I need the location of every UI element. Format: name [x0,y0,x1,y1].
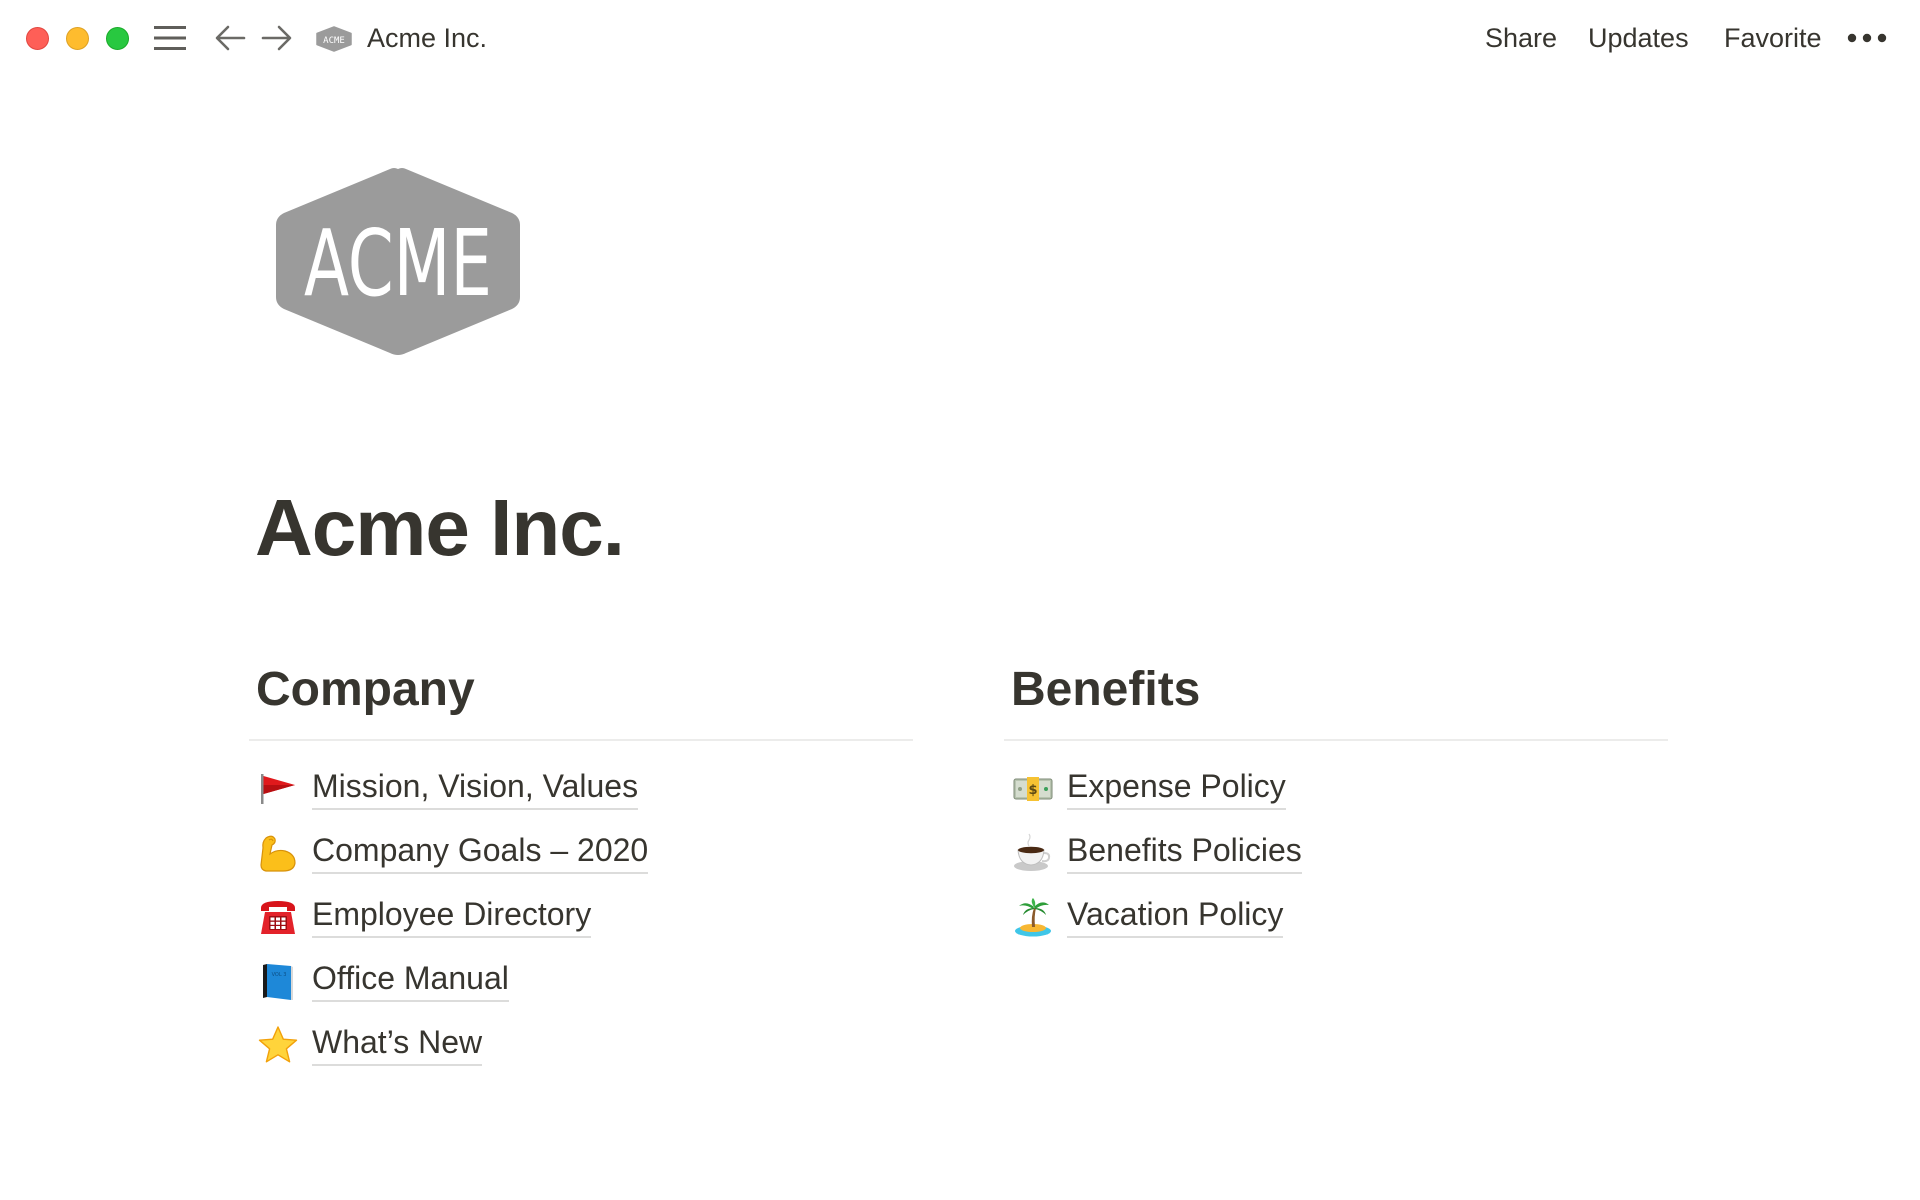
company-heading[interactable]: Company [256,655,913,725]
more-horizontal-icon[interactable] [1846,28,1888,48]
window-maximize-button[interactable] [106,27,129,50]
page-logo-text: ACME [304,210,492,317]
svg-text:VOL 3: VOL 3 [272,972,287,978]
breadcrumb-page-title[interactable]: Acme Inc. [367,20,487,56]
company-link-list: Mission, Vision, Values Company Goals – … [249,764,913,1084]
page-link-label: Employee Directory [312,894,592,938]
page-link-whats-new[interactable]: What’s New [249,1020,913,1084]
dollar-banknote-icon: $ [1012,768,1054,810]
page-link-office-manual[interactable]: VOL 3 Office Manual [249,956,913,1020]
window-close-button[interactable] [26,27,49,50]
hot-beverage-icon [1012,832,1054,874]
page-link-employee-directory[interactable]: Employee Directory [249,892,913,956]
benefits-link-list: $ Expense Policy Benefits Policies Vacat… [1004,764,1668,956]
page-link-label: Vacation Policy [1067,894,1284,938]
updates-button[interactable]: Updates [1588,20,1689,56]
telephone-icon [257,896,299,938]
page-link-label: Expense Policy [1067,766,1286,810]
page-link-label: What’s New [312,1022,483,1066]
window-minimize-button[interactable] [66,27,89,50]
share-button[interactable]: Share [1485,20,1557,56]
page-link-label: Mission, Vision, Values [312,766,639,810]
favorite-button[interactable]: Favorite [1724,20,1822,56]
company-divider [249,739,913,741]
page-link-label: Benefits Policies [1067,830,1302,874]
title-bar: ACME Acme Inc. Share Updates Favorite [0,0,1920,76]
hamburger-menu-icon[interactable] [153,24,187,52]
page-link-label: Office Manual [312,958,509,1002]
company-section: Company Mission, Vision, Values Company … [249,655,913,1084]
benefits-heading[interactable]: Benefits [1011,655,1668,725]
page-link-company-goals[interactable]: Company Goals – 2020 [249,828,913,892]
page-link-expense-policy[interactable]: $ Expense Policy [1004,764,1668,828]
page-title[interactable]: Acme Inc. [255,478,625,578]
arrow-left-icon[interactable] [213,24,247,52]
triangular-flag-icon [257,768,299,810]
acme-logo-icon[interactable]: ACME [315,26,353,52]
page-link-benefits-policies[interactable]: Benefits Policies [1004,828,1668,892]
breadcrumb-logo-text: ACME [323,36,345,46]
star-icon [257,1024,299,1066]
flexed-biceps-icon [257,832,299,874]
page-link-label: Company Goals – 2020 [312,830,649,874]
desert-island-icon [1012,896,1054,938]
page-link-vacation-policy[interactable]: Vacation Policy [1004,892,1668,956]
benefits-section: Benefits $ Expense Policy Benefits Polic… [1004,655,1668,956]
page-icon-acme-logo[interactable]: ACME [272,165,524,357]
svg-text:$: $ [1028,783,1037,798]
benefits-divider [1004,739,1668,741]
blue-book-icon: VOL 3 [257,960,299,1002]
page-link-mission-vision-values[interactable]: Mission, Vision, Values [249,764,913,828]
arrow-right-icon[interactable] [260,24,294,52]
